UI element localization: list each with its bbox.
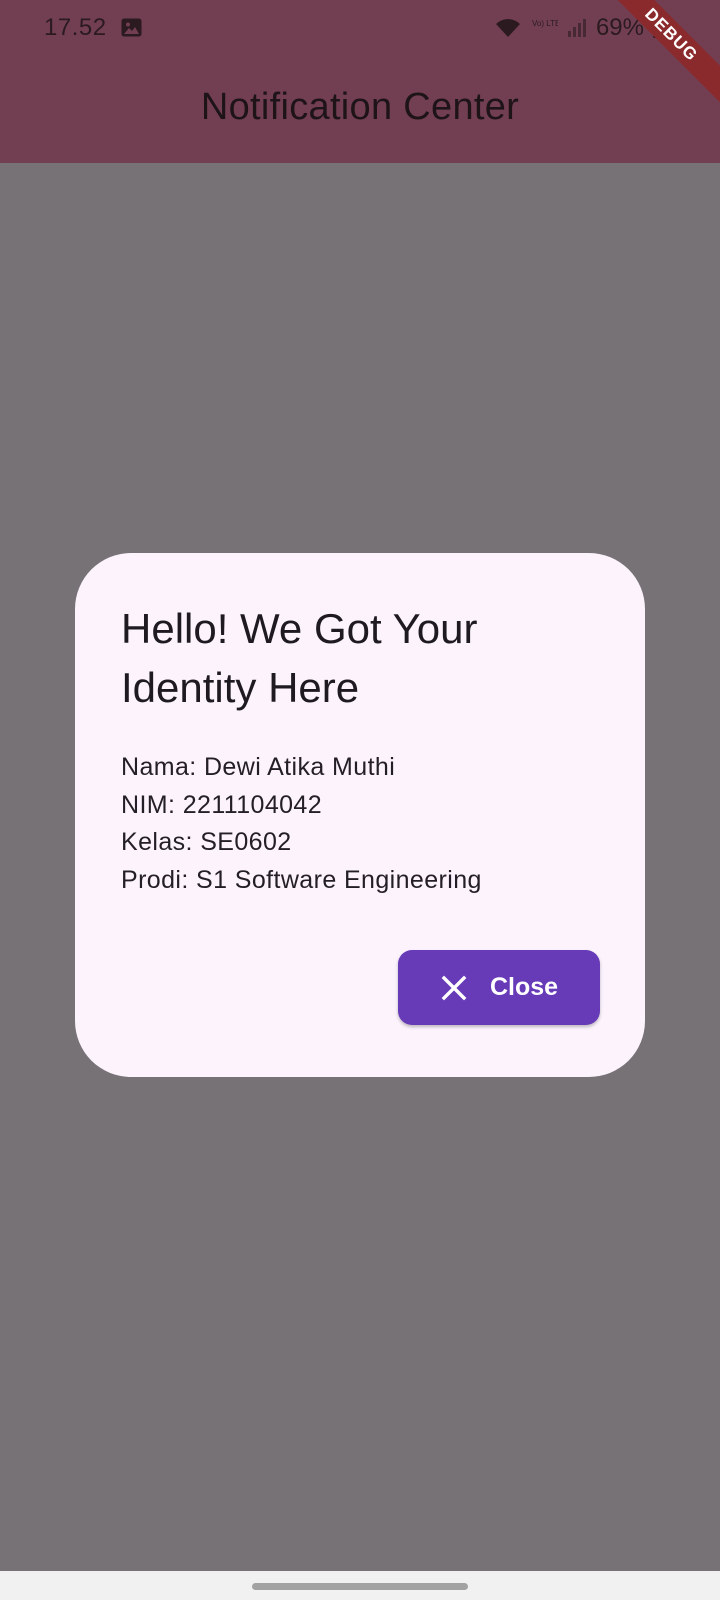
navigation-bar <box>0 1571 720 1600</box>
gesture-handle[interactable] <box>252 1583 468 1590</box>
class-line: Kelas: SE0602 <box>121 828 292 856</box>
close-button-label: Close <box>489 973 559 1001</box>
name-line: Nama: Dewi Atika Muthi <box>121 753 396 781</box>
close-icon <box>441 975 467 1000</box>
close-button[interactable]: Close <box>398 950 600 1025</box>
signal-icon <box>567 19 586 37</box>
status-time: 17.52 <box>44 14 107 41</box>
identity-dialog: Hello! We Got Your Identity Here Nama: D… <box>75 553 645 1077</box>
volte-top-text: Vo) LTE1 <box>532 19 558 28</box>
nim-line: NIM: 2211104042 <box>121 790 323 819</box>
image-icon <box>121 18 142 37</box>
status-bar: 17.52 Vo) LTE1 69% <box>0 0 720 56</box>
wifi-icon <box>495 19 520 37</box>
dialog-content: Nama: Dewi Atika Muthi NIM: 2211104042 K… <box>121 749 482 899</box>
dialog-title: Hello! We Got Your Identity Here <box>121 605 478 711</box>
study-program-line: Prodi: S1 Software Engineering <box>121 865 482 894</box>
page-title: Notification Center <box>200 86 520 128</box>
volte-icon: Vo) LTE1 <box>532 19 558 28</box>
